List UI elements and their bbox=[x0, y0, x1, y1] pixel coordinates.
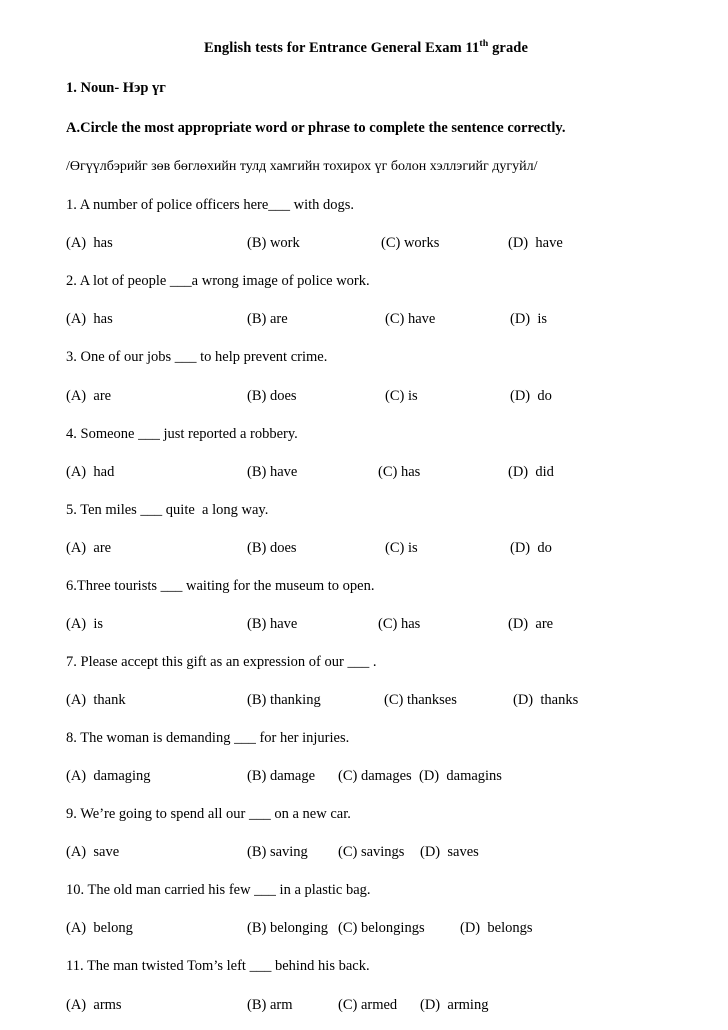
option-choice[interactable]: (B) thanking bbox=[247, 691, 321, 709]
option-choice[interactable]: (D) is bbox=[510, 310, 547, 328]
option-choice[interactable]: (B) work bbox=[247, 234, 300, 252]
option-choice[interactable]: (B) does bbox=[247, 387, 297, 405]
option-row: (A) has (B) are (C) have (D) is bbox=[66, 310, 666, 328]
option-choice[interactable]: (C) damages bbox=[338, 767, 412, 785]
question-text: 8. The woman is demanding ___ for her in… bbox=[66, 730, 350, 747]
option-choice[interactable]: (D) belongs bbox=[460, 919, 533, 937]
document-body: English tests for Entrance General Exam … bbox=[66, 38, 666, 1030]
option-choice[interactable]: (B) have bbox=[247, 615, 297, 633]
option-choice[interactable]: (A) has bbox=[66, 234, 113, 252]
option-choice[interactable]: (B) does bbox=[247, 539, 297, 557]
question-text: 7. Please accept this gift as an express… bbox=[66, 653, 377, 670]
page-title-ordinal-suffix: th bbox=[479, 38, 489, 50]
option-choice[interactable]: (B) are bbox=[247, 310, 288, 328]
option-choice[interactable]: (D) have bbox=[508, 234, 563, 252]
option-row: (A) has (B) work (C) works (D) have bbox=[66, 234, 666, 252]
option-choice[interactable]: (B) arm bbox=[247, 996, 293, 1014]
option-choice[interactable]: (C) belongings bbox=[338, 919, 425, 937]
option-choice[interactable]: (A) belong bbox=[66, 919, 133, 937]
question-text: 6.Three tourists ___ waiting for the mus… bbox=[66, 577, 375, 594]
option-choice[interactable]: (A) is bbox=[66, 615, 103, 633]
questions-list: 1. A number of police officers here___ w… bbox=[66, 196, 666, 1013]
question-text: 4. Someone ___ just reported a robbery. bbox=[66, 425, 298, 442]
page-title-prefix: English tests for Entrance General Exam … bbox=[203, 40, 480, 56]
option-choice[interactable]: (A) save bbox=[66, 843, 119, 861]
section-heading-noun: 1. Noun- Нэр үг bbox=[66, 80, 166, 97]
option-choice[interactable]: (A) has bbox=[66, 310, 113, 328]
document-page: English tests for Entrance General Exam … bbox=[0, 0, 728, 1030]
option-choice[interactable]: (A) arms bbox=[66, 996, 122, 1014]
option-row: (A) damaging (B) damage (C) damages (D) dam… bbox=[66, 767, 666, 785]
option-choice[interactable]: (B) saving bbox=[247, 843, 308, 861]
question-text: 9. We’re going to spend all our ___ on a… bbox=[66, 806, 351, 823]
option-choice[interactable]: (C) have bbox=[385, 310, 435, 328]
option-row: (A) save (B) saving (C) savings (D) saves bbox=[66, 843, 666, 861]
option-row: (A) had (B) have (C) has (D) did bbox=[66, 463, 666, 481]
option-choice[interactable]: (C) is bbox=[385, 387, 418, 405]
option-row: (A) belong (B) belonging (C) belongings (D)… bbox=[66, 919, 666, 937]
question-text: 2. A lot of people ___a wrong image of p… bbox=[66, 273, 370, 290]
option-choice[interactable]: (C) thankses bbox=[384, 691, 457, 709]
option-choice[interactable]: (D) are bbox=[508, 615, 553, 633]
option-choice[interactable]: (D) do bbox=[510, 387, 552, 405]
option-choice[interactable]: (C) has bbox=[378, 615, 420, 633]
option-choice[interactable]: (B) belonging bbox=[247, 919, 328, 937]
question-text: 3. One of our jobs ___ to help prevent c… bbox=[66, 349, 328, 366]
option-choice[interactable]: (C) works bbox=[381, 234, 439, 252]
option-choice[interactable]: (A) damaging bbox=[66, 767, 151, 785]
option-row: (A) are (B) does (C) is (D) do bbox=[66, 387, 666, 405]
option-row: (A) is (B) have (C) has (D) are bbox=[66, 615, 666, 633]
option-choice[interactable]: (D) arming bbox=[420, 996, 488, 1014]
option-choice[interactable]: (A) are bbox=[66, 539, 111, 557]
option-row: (A) thank (B) thanking (C) thankses (D) tha… bbox=[66, 691, 666, 709]
part-a-translation: /Өгүүлбэрийг зөв бөглөхийн тулд хамгийн … bbox=[66, 158, 538, 174]
option-choice[interactable]: (D) do bbox=[510, 539, 552, 557]
option-choice[interactable]: (D) thanks bbox=[513, 691, 578, 709]
option-choice[interactable]: (A) are bbox=[66, 387, 111, 405]
question-text: 1. A number of police officers here___ w… bbox=[66, 197, 355, 214]
option-choice[interactable]: (B) have bbox=[247, 463, 297, 481]
option-choice[interactable]: (B) damage bbox=[247, 767, 315, 785]
option-choice[interactable]: (C) armed bbox=[338, 996, 397, 1014]
page-title-suffix: grade bbox=[488, 40, 529, 56]
option-choice[interactable]: (A) thank bbox=[66, 691, 126, 709]
option-row: (A) arms (B) arm (C) armed (D) arming bbox=[66, 996, 666, 1014]
question-text: 11. The man twisted Tom’s left ___ behin… bbox=[66, 958, 370, 975]
option-choice[interactable]: (D) did bbox=[508, 463, 554, 481]
question-text: 5. Ten miles ___ quite a long way. bbox=[66, 501, 269, 518]
option-choice[interactable]: (C) is bbox=[385, 539, 418, 557]
option-choice[interactable]: (C) has bbox=[378, 463, 420, 481]
option-choice[interactable]: (D) damagins bbox=[419, 767, 502, 785]
option-row: (A) are (B) does (C) is (D) do bbox=[66, 539, 666, 557]
part-a-heading: A.Circle the most appropriate word or ph… bbox=[66, 119, 566, 136]
option-choice[interactable]: (C) savings bbox=[338, 843, 404, 861]
option-choice[interactable]: (A) had bbox=[66, 463, 114, 481]
option-choice[interactable]: (D) saves bbox=[420, 843, 479, 861]
page-title: English tests for Entrance General Exam … bbox=[66, 38, 666, 57]
question-text: 10. The old man carried his few ___ in a… bbox=[66, 882, 371, 899]
